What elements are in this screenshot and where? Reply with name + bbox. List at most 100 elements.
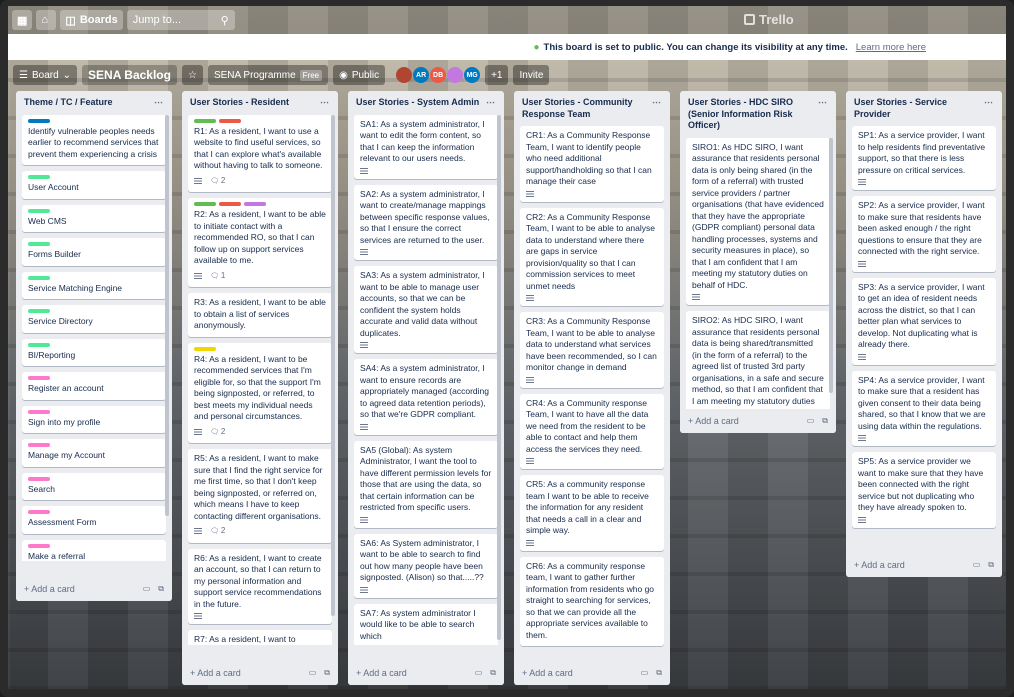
- list-scrollbar[interactable]: [165, 115, 169, 516]
- card[interactable]: User Account: [22, 171, 166, 199]
- card[interactable]: SA6: As System administrator, I want to …: [354, 533, 498, 598]
- star-icon[interactable]: ☆: [181, 65, 203, 85]
- card-label[interactable]: [28, 543, 50, 548]
- card[interactable]: SP4: As a service provider, I want to ma…: [852, 370, 996, 446]
- list-menu-icon[interactable]: ⋯: [818, 97, 828, 109]
- card-label[interactable]: [194, 202, 216, 206]
- invite-button[interactable]: Invite: [513, 65, 550, 85]
- card[interactable]: SIRO1: As HDC SIRO, I want assurance tha…: [686, 137, 830, 305]
- card[interactable]: SA5 (Global): As system Administrator, I…: [354, 440, 498, 528]
- card[interactable]: Forms Builder: [22, 238, 166, 266]
- card[interactable]: SP5: As a service provider we want to ma…: [852, 452, 996, 528]
- card[interactable]: Search: [22, 472, 166, 500]
- card[interactable]: CR1: As a Community Response Team, I wan…: [520, 126, 664, 202]
- more-members-count[interactable]: +1: [485, 65, 509, 85]
- list-title[interactable]: User Stories - Community Response Team: [522, 97, 652, 120]
- card[interactable]: CR4: As a Community response Team, I wan…: [520, 393, 664, 469]
- add-card-button[interactable]: + Add a card: [854, 560, 905, 570]
- card[interactable]: SA2: As a system administrator, I want t…: [354, 184, 498, 260]
- list-menu-icon[interactable]: ⋯: [320, 97, 330, 109]
- card-label[interactable]: [28, 443, 50, 447]
- card[interactable]: Sign into my profile: [22, 405, 166, 433]
- list-title[interactable]: User Stories - Resident: [190, 97, 289, 109]
- list-title[interactable]: User Stories - Service Provider: [854, 97, 984, 120]
- trello-logo[interactable]: Trello: [744, 12, 794, 27]
- add-card-button[interactable]: + Add a card: [688, 416, 739, 426]
- card-label[interactable]: [28, 342, 50, 347]
- card-label[interactable]: [28, 118, 50, 123]
- home-icon[interactable]: ⌂: [36, 10, 57, 30]
- card-label[interactable]: [28, 208, 50, 213]
- card[interactable]: SIRO2: As HDC SIRO, I want assurance tha…: [686, 311, 830, 416]
- card-label[interactable]: [219, 118, 241, 123]
- learn-more-link[interactable]: Learn more here: [856, 42, 926, 53]
- template-icon[interactable]: ⧉: [656, 668, 662, 678]
- card[interactable]: R5: As a resident, I want to make sure t…: [188, 449, 332, 543]
- card-label[interactable]: [219, 202, 241, 206]
- card[interactable]: Assessment Form: [22, 506, 166, 534]
- visibility-button[interactable]: ◉ Public: [333, 65, 386, 85]
- card[interactable]: R4: As a resident, I want to be recommen…: [188, 342, 332, 443]
- card-cover-icon[interactable]: ▭: [309, 668, 317, 678]
- card[interactable]: CR3: As a Community Response Team, I wan…: [520, 312, 664, 388]
- card[interactable]: R3: As a resident, I want to be able to …: [188, 293, 332, 337]
- card-label[interactable]: [194, 346, 216, 351]
- card-label[interactable]: [28, 242, 50, 246]
- list-scrollbar[interactable]: [497, 115, 501, 641]
- member-avatar[interactable]: [396, 67, 413, 83]
- card[interactable]: Service Directory: [22, 305, 166, 333]
- board-menu-button[interactable]: ☰ Board ⌄: [13, 65, 78, 85]
- card-cover-icon[interactable]: ▭: [475, 668, 483, 678]
- card[interactable]: SP3: As a service provider, I want to ge…: [852, 277, 996, 365]
- boards-button[interactable]: ◫ Boards: [60, 10, 123, 30]
- list-title[interactable]: User Stories - HDC SIRO (Senior Informat…: [688, 97, 818, 132]
- card-cover-icon[interactable]: ▭: [143, 584, 151, 594]
- member-avatar[interactable]: [447, 67, 464, 83]
- list-menu-icon[interactable]: ⋯: [486, 97, 496, 109]
- list-menu-icon[interactable]: ⋯: [652, 97, 662, 109]
- card[interactable]: R7: As a resident, I want to consent to …: [188, 630, 332, 645]
- list-scrollbar[interactable]: [829, 138, 833, 393]
- template-icon[interactable]: ⧉: [490, 668, 496, 678]
- member-avatar[interactable]: MG: [464, 67, 481, 83]
- template-icon[interactable]: ⧉: [158, 584, 164, 594]
- add-card-button[interactable]: + Add a card: [356, 668, 407, 678]
- list-menu-icon[interactable]: ⋯: [154, 97, 164, 109]
- card[interactable]: Register an account: [22, 372, 166, 400]
- list-menu-icon[interactable]: ⋯: [984, 97, 994, 109]
- card-label[interactable]: [194, 118, 216, 123]
- card-label[interactable]: [244, 202, 266, 206]
- card[interactable]: SA1: As a system administrator, I want t…: [354, 114, 498, 179]
- card-cover-icon[interactable]: ▭: [641, 668, 649, 678]
- apps-grid-icon[interactable]: ▦: [12, 10, 33, 30]
- add-card-button[interactable]: + Add a card: [24, 584, 75, 594]
- card[interactable]: Make a referral: [22, 539, 166, 561]
- member-avatar[interactable]: AR: [413, 67, 430, 83]
- card[interactable]: BI/Reporting: [22, 338, 166, 366]
- add-card-button[interactable]: + Add a card: [522, 668, 573, 678]
- template-icon[interactable]: ⧉: [324, 668, 330, 678]
- card[interactable]: Identify vulnerable peoples needs earlie…: [22, 114, 166, 165]
- card-label[interactable]: [28, 510, 50, 514]
- card-label[interactable]: [28, 409, 50, 414]
- board-title[interactable]: SENA Backlog: [82, 65, 177, 85]
- card-label[interactable]: [28, 376, 50, 380]
- card[interactable]: CR6: As a community response team, I wan…: [520, 556, 664, 646]
- card[interactable]: R1: As a resident, I want to use a websi…: [188, 114, 332, 192]
- card[interactable]: R6: As a resident, I want to create an a…: [188, 548, 332, 624]
- template-icon[interactable]: ⧉: [988, 560, 994, 570]
- card[interactable]: Manage my Account: [22, 439, 166, 467]
- add-card-button[interactable]: + Add a card: [190, 668, 241, 678]
- card[interactable]: CR5: As a community response team I want…: [520, 475, 664, 551]
- list-title[interactable]: User Stories - System Admin: [356, 97, 479, 109]
- member-avatar[interactable]: DB: [430, 67, 447, 83]
- card[interactable]: CR2: As a Community Response Team, I wan…: [520, 207, 664, 306]
- card-label[interactable]: [28, 309, 50, 313]
- card-label[interactable]: [28, 175, 50, 179]
- template-icon[interactable]: ⧉: [822, 416, 828, 426]
- card[interactable]: R2: As a resident, I want to be able to …: [188, 198, 332, 287]
- list-scrollbar[interactable]: [331, 115, 335, 617]
- card[interactable]: SA7: As system administrator I would lik…: [354, 603, 498, 645]
- card[interactable]: SP2: As a service provider, I want to ma…: [852, 196, 996, 272]
- card[interactable]: SA4: As a system administrator, I want t…: [354, 359, 498, 435]
